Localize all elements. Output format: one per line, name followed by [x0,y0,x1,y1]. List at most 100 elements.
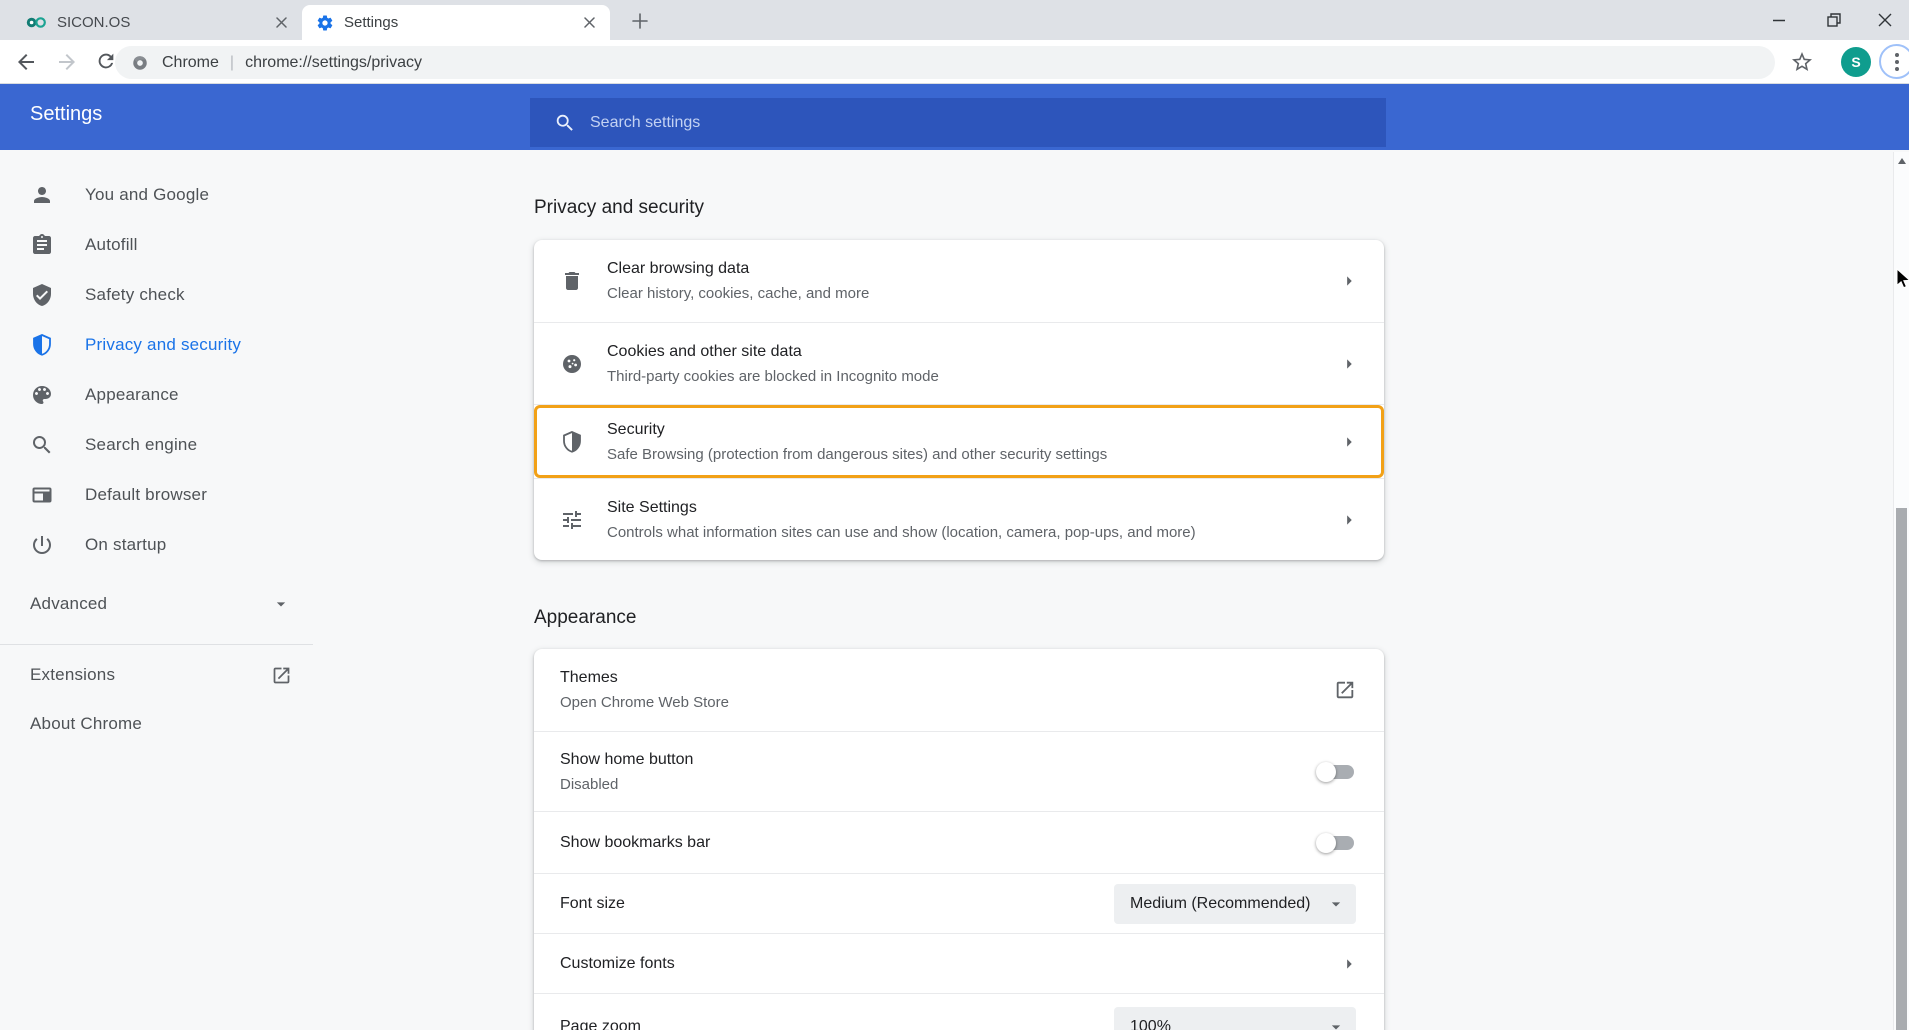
chevron-right-icon [1338,509,1360,531]
row-title: Security [607,419,1107,441]
privacy-shield-icon [30,333,54,357]
row-title: Show home button [560,749,693,771]
sidebar-item-appearance[interactable]: Appearance [0,370,330,420]
sidebar-item-label: Search engine [85,435,197,455]
trash-icon [560,269,584,293]
settings-gear-icon [316,14,334,32]
sidebar-divider [0,644,313,645]
power-icon [30,533,54,557]
menu-dots-icon[interactable] [1879,44,1909,79]
scrollbar-up-arrow-icon[interactable] [1898,158,1906,164]
minimize-icon[interactable] [1751,0,1806,40]
chrome-logo-icon [131,54,149,72]
settings-sidebar: You and Google Autofill Safety check [0,150,330,1030]
row-subtitle: Controls what information sites can use … [607,522,1196,543]
open-in-new-icon [271,665,292,686]
extensions-label: Extensions [30,665,115,685]
row-site-settings[interactable]: Site Settings Controls what information … [534,478,1384,560]
sidebar-item-label: Privacy and security [85,335,241,355]
autofill-icon [30,233,54,257]
dropdown-value: Medium (Recommended) [1130,895,1311,913]
palette-icon [30,383,54,407]
show-bookmarks-bar-toggle[interactable] [1319,836,1354,850]
sidebar-item-label: Appearance [85,385,179,405]
scrollbar-thumb[interactable] [1896,508,1907,1030]
browser-window-icon [30,483,54,507]
row-subtitle: Safe Browsing (protection from dangerous… [607,444,1107,465]
row-show-bookmarks-bar[interactable]: Show bookmarks bar [534,811,1384,873]
settings-page: Settings You and Google [0,84,1909,1030]
cookie-icon [560,352,584,376]
tab-settings[interactable]: Settings [302,5,610,40]
sidebar-advanced-toggle[interactable]: Advanced [0,579,313,629]
tune-icon [560,508,584,532]
sidebar-item-on-startup[interactable]: On startup [0,520,330,570]
page-title: Settings [30,103,102,126]
row-themes[interactable]: Themes Open Chrome Web Store [534,649,1384,731]
font-size-dropdown[interactable]: Medium (Recommended) [1114,884,1356,924]
dropdown-value: 100% [1130,1018,1171,1030]
row-clear-browsing-data[interactable]: Clear browsing data Clear history, cooki… [534,240,1384,322]
chevron-right-icon [1338,953,1360,975]
chevron-down-icon [1326,894,1346,914]
bookmark-star-icon[interactable] [1790,50,1814,74]
sidebar-item-autofill[interactable]: Autofill [0,220,330,270]
sidebar-item-privacy-and-security[interactable]: Privacy and security [0,320,330,370]
sicon-logo-icon [26,16,47,29]
sidebar-item-you-and-google[interactable]: You and Google [0,170,330,220]
row-customize-fonts[interactable]: Customize fonts [534,933,1384,993]
page-scrollbar[interactable] [1893,152,1909,1030]
url-separator: | [230,54,234,72]
row-security[interactable]: Security Safe Browsing (protection from … [534,404,1384,478]
row-cookies-and-site-data[interactable]: Cookies and other site data Third-party … [534,322,1384,404]
row-title: Site Settings [607,497,1196,519]
appearance-card: Themes Open Chrome Web Store Show home b… [534,649,1384,1030]
sidebar-item-extensions[interactable]: Extensions [0,650,313,700]
tab-sicon-os[interactable]: SICON.OS [12,5,302,40]
browser-toolbar: Chrome | chrome://settings/privacy S [0,40,1909,84]
chevron-right-icon [1338,270,1360,292]
tab-bar: SICON.OS Settings [0,0,1909,40]
page-zoom-dropdown[interactable]: 100% [1114,1007,1356,1030]
row-title: Clear browsing data [607,258,869,280]
address-bar[interactable]: Chrome | chrome://settings/privacy [115,46,1775,79]
row-subtitle: Clear history, cookies, cache, and more [607,283,869,304]
sidebar-menu: You and Google Autofill Safety check [0,170,330,570]
sidebar-item-label: You and Google [85,185,209,205]
restore-icon[interactable] [1806,0,1861,40]
tab-title: Settings [344,14,398,31]
row-show-home-button[interactable]: Show home button Disabled [534,731,1384,811]
sidebar-item-search-engine[interactable]: Search engine [0,420,330,470]
profile-avatar[interactable]: S [1841,47,1871,77]
open-in-new-icon [1334,679,1356,701]
sidebar-item-label: Default browser [85,485,207,505]
row-font-size: Font size Medium (Recommended) [534,873,1384,933]
row-subtitle: Disabled [560,774,693,795]
avatar-letter: S [1851,54,1860,70]
window-controls [1751,0,1909,40]
forward-arrow-icon[interactable] [55,50,79,74]
close-icon[interactable] [1861,0,1909,40]
sidebar-item-safety-check[interactable]: Safety check [0,270,330,320]
sidebar-item-default-browser[interactable]: Default browser [0,470,330,520]
appearance-section-heading: Appearance [534,606,636,630]
chevron-down-icon [271,594,291,614]
new-tab-button[interactable] [626,7,654,35]
tab-close-icon[interactable] [272,14,290,32]
settings-content: Privacy and security Clear browsing data… [534,84,1384,1030]
row-subtitle: Open Chrome Web Store [560,692,729,713]
row-page-zoom: Page zoom 100% [534,993,1384,1030]
tab-title: SICON.OS [57,14,130,31]
row-title: Page zoom [560,1016,641,1030]
row-subtitle: Third-party cookies are blocked in Incog… [607,366,939,387]
back-arrow-icon[interactable] [14,50,38,74]
tab-close-icon[interactable] [580,14,598,32]
about-label: About Chrome [30,714,142,734]
sidebar-item-about-chrome[interactable]: About Chrome [0,699,313,749]
sidebar-item-label: Safety check [85,285,185,305]
person-icon [30,183,54,207]
url-site-label: Chrome [162,54,219,72]
sidebar-item-label: Autofill [85,235,138,255]
row-title: Customize fonts [560,953,675,975]
show-home-button-toggle[interactable] [1319,765,1354,779]
